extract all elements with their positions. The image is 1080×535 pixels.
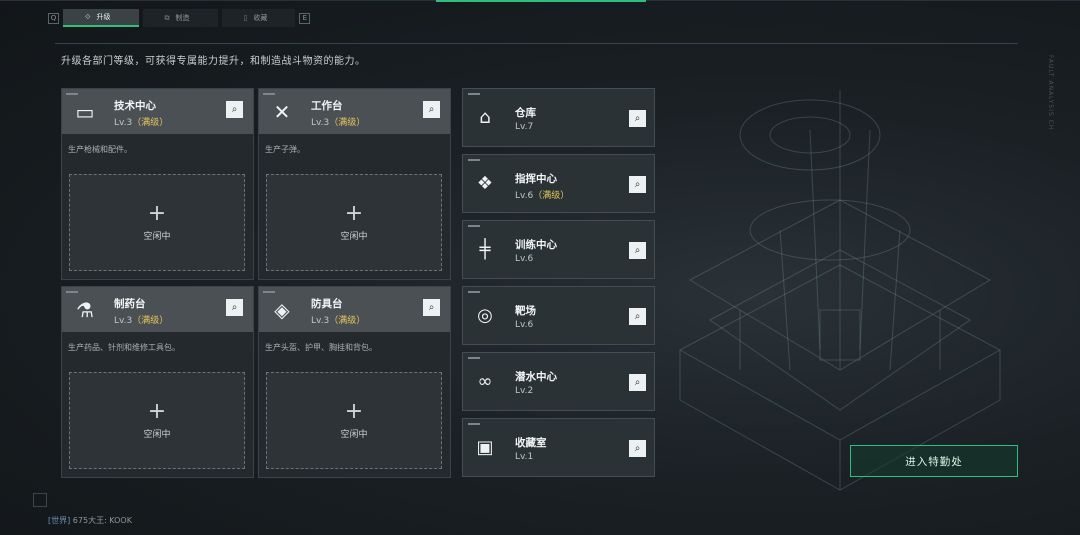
tab-craft[interactable]: ⧉ 制造 <box>142 9 218 27</box>
facility-level: Lv.1 <box>515 452 534 462</box>
max-level-tag: （满级） <box>533 191 570 201</box>
shooting-range-icon: ◎ <box>477 304 493 326</box>
facility-level: Lv.6 <box>515 320 534 330</box>
craft-icon: ⧉ <box>164 13 170 22</box>
facility-level: Lv.6 <box>515 254 534 264</box>
card-header: ✕ 工作台 Lv.3（满级） ⌕ <box>259 89 450 134</box>
facility-level: Lv.3（满级） <box>311 316 366 326</box>
search-icon[interactable]: ⌕ <box>629 110 646 127</box>
slot-status: 空闲中 <box>143 232 171 242</box>
facility-level: Lv.6（满级） <box>515 191 570 201</box>
facility-name: 工作台 <box>311 100 343 112</box>
page-description: 升级各部门等级，可获得专属能力提升，和制造战斗物资的能力。 <box>61 56 366 67</box>
search-icon[interactable]: ⌕ <box>423 101 440 118</box>
facility-card-dive-center[interactable]: ∞ 潜水中心 Lv.2 ⌕ <box>462 352 655 411</box>
max-level-tag: （满级） <box>132 316 169 326</box>
dive-center-icon: ∞ <box>477 370 493 392</box>
facility-name: 技术中心 <box>114 100 156 112</box>
facility-level: Lv.7 <box>515 122 534 132</box>
pharmacy-icon: ⚗ <box>76 298 94 322</box>
facility-card-command-center[interactable]: ❖ 指挥中心 Lv.6（满级） ⌕ <box>462 154 655 213</box>
facility-card-pharmacy[interactable]: ⚗ 制药台 Lv.3（满级） ⌕ 生产药品、针剂和维修工具包。 + 空闲中 <box>61 286 254 478</box>
workbench-icon: ✕ <box>273 100 291 124</box>
facility-name: 指挥中心 <box>515 173 557 185</box>
slot-status: 空闲中 <box>340 430 368 440</box>
decorative-vertical-text: FAULT ANALYSIS CH <box>1047 55 1054 131</box>
search-icon[interactable]: ⌕ <box>226 101 243 118</box>
facility-card-workbench[interactable]: ✕ 工作台 Lv.3（满级） ⌕ 生产子弹。 + 空闲中 <box>258 88 451 280</box>
chat-message: 675大王: KOOK <box>72 516 132 525</box>
plus-icon: + <box>147 201 167 226</box>
tech-center-icon: ▭ <box>75 100 95 124</box>
facility-name: 训练中心 <box>515 239 557 251</box>
facility-card-collection-room[interactable]: ▣ 收藏室 Lv.1 ⌕ <box>462 418 655 477</box>
collection-icon: ▯ <box>243 14 248 22</box>
max-level-tag: （满级） <box>132 118 169 128</box>
search-icon[interactable]: ⌕ <box>423 299 440 316</box>
tab-collection-label: 收藏 <box>253 14 268 22</box>
production-slot[interactable]: + 空闲中 <box>69 372 245 469</box>
collection-room-icon: ▣ <box>476 436 494 458</box>
facility-card-armor-bench[interactable]: ◈ 防具台 Lv.3（满级） ⌕ 生产头盔、护甲、胸挂和背包。 + 空闲中 <box>258 286 451 478</box>
search-icon[interactable]: ⌕ <box>629 242 646 259</box>
facility-description: 生产药品、针剂和维修工具包。 <box>68 343 180 352</box>
enter-special-ops-button[interactable]: 进入特勤处 <box>850 445 1018 477</box>
header-divider <box>55 43 1018 44</box>
chat-line[interactable]: [世界] 675大王: KOOK <box>48 515 132 526</box>
facility-card-tech-center[interactable]: ▭ 技术中心 Lv.3（满级） ⌕ 生产枪械和配件。 + 空闲中 <box>61 88 254 280</box>
search-icon[interactable]: ⌕ <box>629 440 646 457</box>
facility-level: Lv.3（满级） <box>114 118 169 128</box>
plus-icon: + <box>344 201 364 226</box>
card-header: ▭ 技术中心 Lv.3（满级） ⌕ <box>62 89 253 134</box>
tab-craft-label: 制造 <box>175 14 190 22</box>
tab-next-key-hint[interactable]: E <box>299 12 311 24</box>
training-center-icon: ╪ <box>479 238 491 260</box>
facility-description: 生产头盔、护甲、胸挂和背包。 <box>265 343 377 352</box>
production-slot[interactable]: + 空闲中 <box>266 372 442 469</box>
slot-status: 空闲中 <box>143 430 171 440</box>
command-center-icon: ❖ <box>476 172 494 194</box>
top-accent-bar <box>436 0 646 2</box>
facility-name: 制药台 <box>114 298 146 310</box>
card-header: ◈ 防具台 Lv.3（满级） ⌕ <box>259 287 450 332</box>
upgrade-icon: ⟐ <box>85 12 91 21</box>
facility-name: 潜水中心 <box>515 371 557 383</box>
search-icon[interactable]: ⌕ <box>629 374 646 391</box>
base-wireframe-art <box>678 90 1002 491</box>
chat-channel: [世界] <box>48 516 71 525</box>
search-icon[interactable]: ⌕ <box>629 308 646 325</box>
decorative-corner <box>33 493 47 507</box>
card-header: ⚗ 制药台 Lv.3（满级） ⌕ <box>62 287 253 332</box>
armor-bench-icon: ◈ <box>274 298 290 322</box>
facility-name: 仓库 <box>515 107 536 119</box>
warehouse-icon: ⌂ <box>479 106 491 128</box>
production-slot[interactable]: + 空闲中 <box>266 174 442 271</box>
plus-icon: + <box>147 399 167 424</box>
tab-collection[interactable]: ▯ 收藏 <box>221 9 296 27</box>
facility-card-shooting-range[interactable]: ◎ 靶场 Lv.6 ⌕ <box>462 286 655 345</box>
facility-level: Lv.3（满级） <box>114 316 169 326</box>
facility-name: 收藏室 <box>515 437 547 449</box>
production-slot[interactable]: + 空闲中 <box>69 174 245 271</box>
facility-card-warehouse[interactable]: ⌂ 仓库 Lv.7 ⌕ <box>462 88 655 147</box>
facility-name: 靶场 <box>515 305 536 317</box>
search-icon[interactable]: ⌕ <box>629 176 646 193</box>
facility-level: Lv.2 <box>515 386 534 396</box>
tab-bar: Q ⟐ 升级 ⧉ 制造 ▯ 收藏 E <box>48 9 311 27</box>
facility-description: 生产子弹。 <box>265 145 305 154</box>
slot-status: 空闲中 <box>340 232 368 242</box>
tab-upgrade[interactable]: ⟐ 升级 <box>63 9 139 27</box>
facility-name: 防具台 <box>311 298 343 310</box>
facility-description: 生产枪械和配件。 <box>68 145 132 154</box>
plus-icon: + <box>344 399 364 424</box>
tab-prev-key-hint[interactable]: Q <box>48 12 59 24</box>
max-level-tag: （满级） <box>329 118 366 128</box>
tab-upgrade-label: 升级 <box>96 13 111 21</box>
facility-level: Lv.3（满级） <box>311 118 366 128</box>
facility-card-training-center[interactable]: ╪ 训练中心 Lv.6 ⌕ <box>462 220 655 279</box>
max-level-tag: （满级） <box>329 316 366 326</box>
search-icon[interactable]: ⌕ <box>226 299 243 316</box>
